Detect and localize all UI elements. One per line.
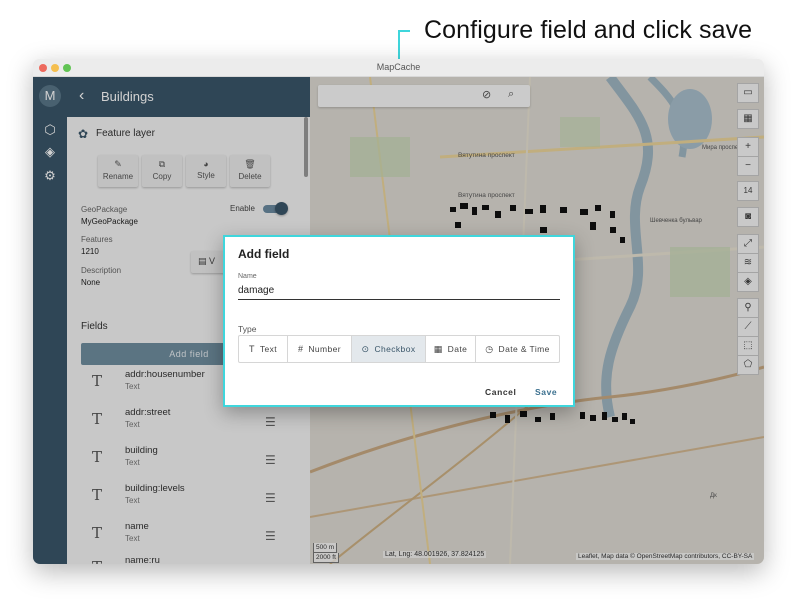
cancel-button[interactable]: Cancel: [485, 387, 516, 397]
title-bar: MapCache: [33, 59, 764, 77]
text-type-icon: T: [248, 344, 255, 354]
type-option-date[interactable]: ▦ Date: [426, 336, 476, 362]
type-option-date-time[interactable]: ◷ Date & Time: [476, 336, 559, 362]
type-option-number[interactable]: # Number: [288, 336, 352, 362]
toggle-icon: ⊙: [361, 343, 370, 354]
type-option-text[interactable]: T Text: [239, 336, 288, 362]
calendar-icon: ▦: [433, 343, 443, 354]
type-label: Type: [238, 324, 257, 334]
type-selector: T Text # Number ⊙ Checkbox ▦ Date ◷ Date…: [238, 335, 560, 363]
name-field-label: Name: [238, 273, 257, 280]
type-option-checkbox[interactable]: ⊙ Checkbox: [352, 336, 426, 362]
hash-icon: #: [297, 344, 304, 354]
window-title: MapCache: [376, 62, 421, 72]
add-field-dialog: Add field Name Type T Text # Number ⊙ Ch…: [223, 235, 575, 407]
name-input[interactable]: [238, 282, 560, 300]
calendar-clock-icon: ◷: [485, 343, 494, 354]
dialog-title: Add field: [238, 247, 290, 261]
tutorial-caption: Configure field and click save: [424, 16, 753, 44]
save-button[interactable]: Save: [535, 387, 557, 397]
